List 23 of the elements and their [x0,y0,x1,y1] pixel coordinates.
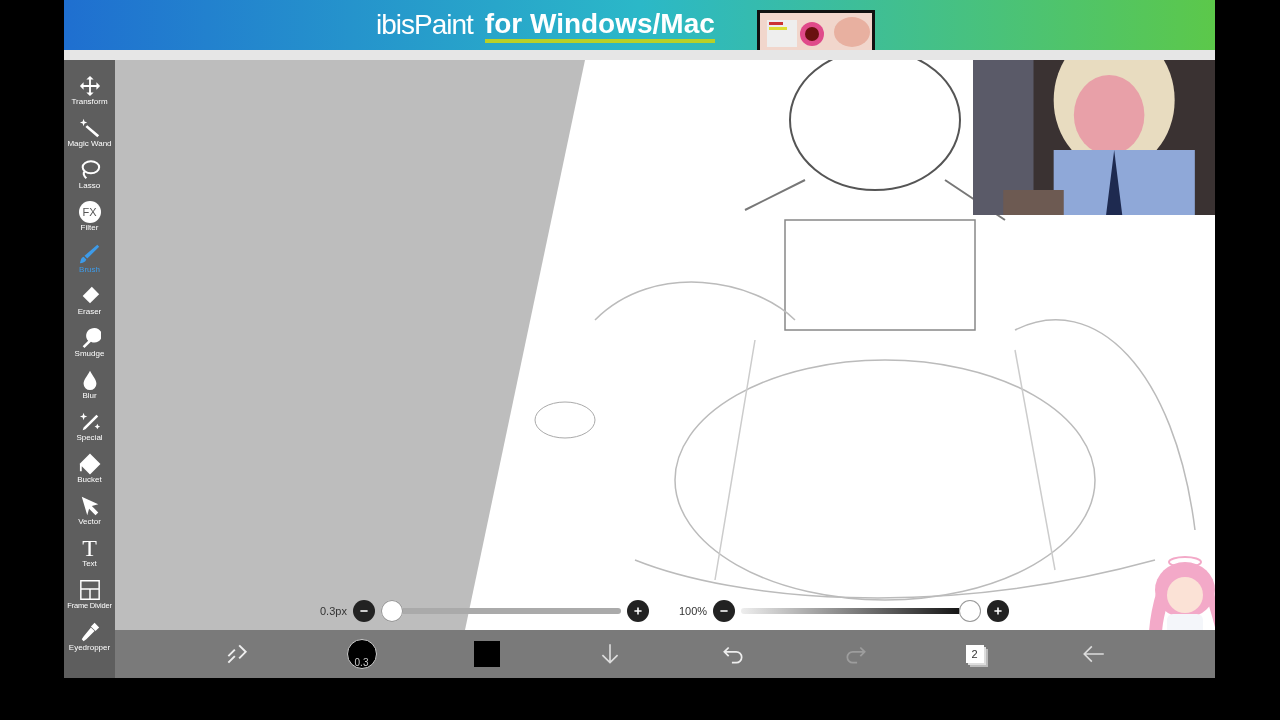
tool-button[interactable]: Special [64,406,115,448]
tool-button[interactable]: Smudge [64,322,115,364]
tool-button[interactable]: FX Filter [64,196,115,238]
move-arrows-icon [78,75,101,97]
bucket-icon [78,453,101,475]
frame-divider-icon [78,579,101,601]
tool-button[interactable]: Eyedropper [64,616,115,658]
tool-button[interactable]: Magic Wand [64,112,115,154]
text-tool-icon: T [82,537,97,559]
tool-button[interactable]: Lasso [64,154,115,196]
magic-wand-icon [78,117,101,139]
sparkle-pen-icon [78,411,101,433]
tool-button[interactable]: Bucket [64,448,115,490]
filter-icon: FX [78,201,101,223]
tool-button[interactable]: Transform [64,70,115,112]
app-logo: ibisPaint [376,9,473,41]
brush-icon [78,243,101,265]
color-swatch[interactable] [473,641,500,667]
tool-button[interactable]: Eraser [64,280,115,322]
tool-button[interactable]: Blur [64,364,115,406]
tool-button[interactable]: T Text [64,532,115,574]
brush-size-button[interactable]: 0.3 [346,639,377,669]
tool-button[interactable]: Vector [64,490,115,532]
